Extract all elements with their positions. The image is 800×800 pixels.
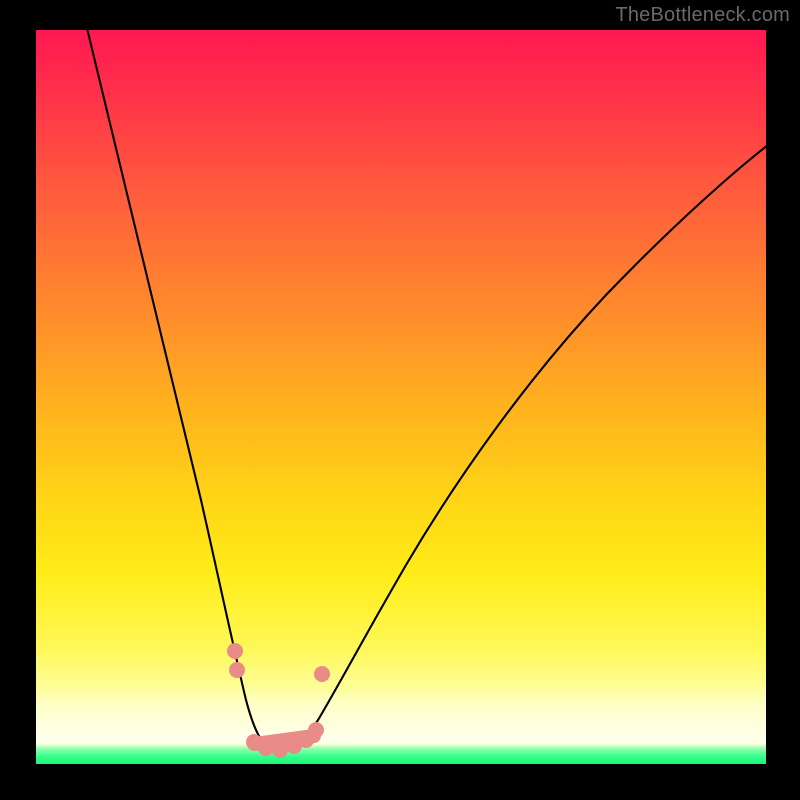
marker-right — [314, 666, 330, 682]
marker-flat-f — [308, 722, 324, 738]
marker-left-top — [227, 643, 243, 659]
curve-layer — [36, 30, 766, 764]
marker-left-mid — [229, 662, 245, 678]
marker-flat-b — [258, 740, 274, 756]
watermark-text: TheBottleneck.com — [615, 4, 790, 27]
chart-canvas: TheBottleneck.com — [0, 0, 800, 800]
marker-flat-c — [272, 742, 288, 758]
bottleneck-curve — [86, 24, 768, 750]
plot-area — [36, 30, 766, 764]
